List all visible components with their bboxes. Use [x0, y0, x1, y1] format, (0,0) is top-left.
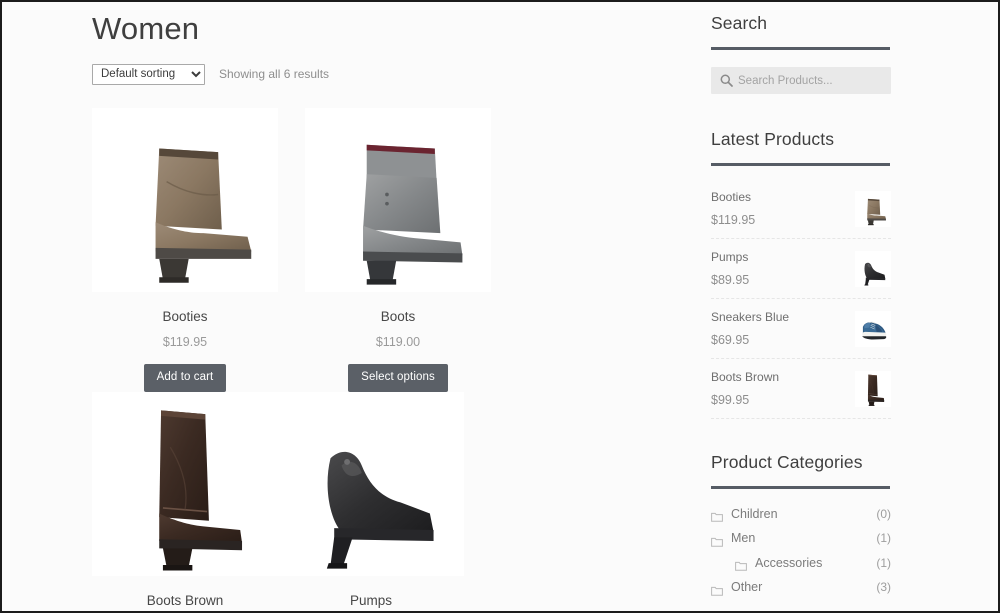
folder-icon	[711, 509, 723, 522]
product-action-button[interactable]: Select options	[348, 364, 448, 392]
latest-product-text: Booties $119.95	[711, 190, 755, 228]
latest-product-thumbnail[interactable]	[855, 250, 891, 287]
search-input[interactable]	[711, 67, 891, 94]
product-image[interactable]	[278, 392, 464, 576]
folder-icon	[711, 583, 723, 596]
category-item[interactable]: Other (3)	[711, 576, 891, 601]
result-count: Showing all 6 results	[219, 66, 330, 81]
latest-product-price: $99.95	[711, 392, 750, 407]
category-list: Children (0) Men (1) Accessories (1) Oth…	[711, 502, 998, 600]
latest-product-name: Sneakers Blue	[711, 309, 790, 324]
product-image[interactable]	[92, 392, 278, 576]
latest-product-item[interactable]: Booties $119.95	[711, 179, 891, 239]
latest-product-text: Sneakers Blue $69.95	[711, 310, 789, 348]
latest-product-name: Booties	[711, 189, 752, 204]
latest-product-price: $89.95	[711, 272, 750, 287]
latest-product-name: Boots Brown	[711, 369, 780, 384]
category-name[interactable]: Children	[731, 507, 876, 522]
search-widget-rule	[711, 47, 890, 50]
product-name[interactable]: Pumps	[278, 593, 464, 609]
product-name[interactable]: Booties	[92, 309, 278, 325]
page-frame: Women Default sortingSort by popularityS…	[2, 2, 998, 611]
category-item[interactable]: Accessories (1)	[711, 551, 891, 576]
category-count: (1)	[876, 531, 891, 546]
products-grid: Booties $119.95 Add to cart Boots $119.0…	[92, 108, 702, 611]
category-count: (1)	[876, 555, 891, 570]
product-image[interactable]	[92, 108, 278, 292]
product-image[interactable]	[305, 108, 491, 292]
widget-search: Search	[711, 2, 998, 94]
latest-product-item[interactable]: Sneakers Blue $69.95	[711, 299, 891, 359]
latest-product-thumbnail[interactable]	[855, 370, 891, 407]
sidebar: Search Latest Products Booties $119.95	[702, 2, 998, 611]
category-count: (0)	[876, 506, 891, 521]
sorting-select[interactable]: Default sortingSort by popularitySort by…	[92, 63, 205, 85]
latest-product-thumbnail[interactable]	[855, 310, 891, 347]
latest-product-item[interactable]: Pumps $89.95	[711, 239, 891, 299]
page-title: Women	[92, 11, 200, 46]
product-card: Boots $119.00 Select options	[305, 108, 491, 392]
latest-products-title: Latest Products	[711, 129, 835, 149]
category-count: (3)	[876, 580, 891, 595]
latest-product-text: Pumps $89.95	[711, 250, 749, 288]
widget-product-categories: Product Categories Children (0) Men (1) …	[711, 451, 998, 600]
latest-product-text: Boots Brown $99.95	[711, 370, 779, 408]
main-content: Women Default sortingSort by popularityS…	[2, 2, 702, 611]
product-action-button[interactable]: Add to cart	[143, 364, 227, 392]
folder-icon	[735, 558, 747, 571]
latest-product-price: $69.95	[711, 332, 750, 347]
product-card: Pumps $89.95 Add to cart	[278, 392, 464, 611]
category-name[interactable]: Other	[731, 580, 876, 595]
search-field-wrap	[711, 67, 891, 94]
product-card: Booties $119.95 Add to cart	[92, 108, 278, 392]
latest-product-price: $119.95	[711, 212, 756, 227]
shop-toolbar: Default sortingSort by popularitySort by…	[92, 63, 702, 85]
product-name[interactable]: Boots Brown	[92, 593, 278, 609]
product-name[interactable]: Boots	[305, 309, 491, 325]
product-categories-title: Product Categories	[711, 452, 863, 472]
shop-layout: Women Default sortingSort by popularityS…	[2, 2, 998, 611]
category-name[interactable]: Accessories	[755, 556, 876, 571]
product-categories-rule	[711, 486, 890, 489]
category-name[interactable]: Men	[731, 531, 876, 546]
product-price: $119.95	[162, 335, 208, 349]
folder-icon	[711, 534, 723, 547]
category-item[interactable]: Children (0)	[711, 502, 891, 527]
product-card: Boots Brown $99.95 Add to cart	[92, 392, 278, 611]
latest-products-list: Booties $119.95 Pumps $89.95 Sneakers Bl…	[711, 179, 998, 419]
latest-products-rule	[711, 163, 890, 166]
category-item[interactable]: Men (1)	[711, 527, 891, 552]
widget-latest-products: Latest Products Booties $119.95 Pumps $8…	[711, 128, 998, 419]
latest-product-thumbnail[interactable]	[855, 190, 891, 227]
search-widget-title: Search	[711, 13, 768, 33]
latest-product-item[interactable]: Boots Brown $99.95	[711, 359, 891, 419]
product-price: $119.00	[375, 335, 421, 349]
latest-product-name: Pumps	[711, 249, 749, 264]
